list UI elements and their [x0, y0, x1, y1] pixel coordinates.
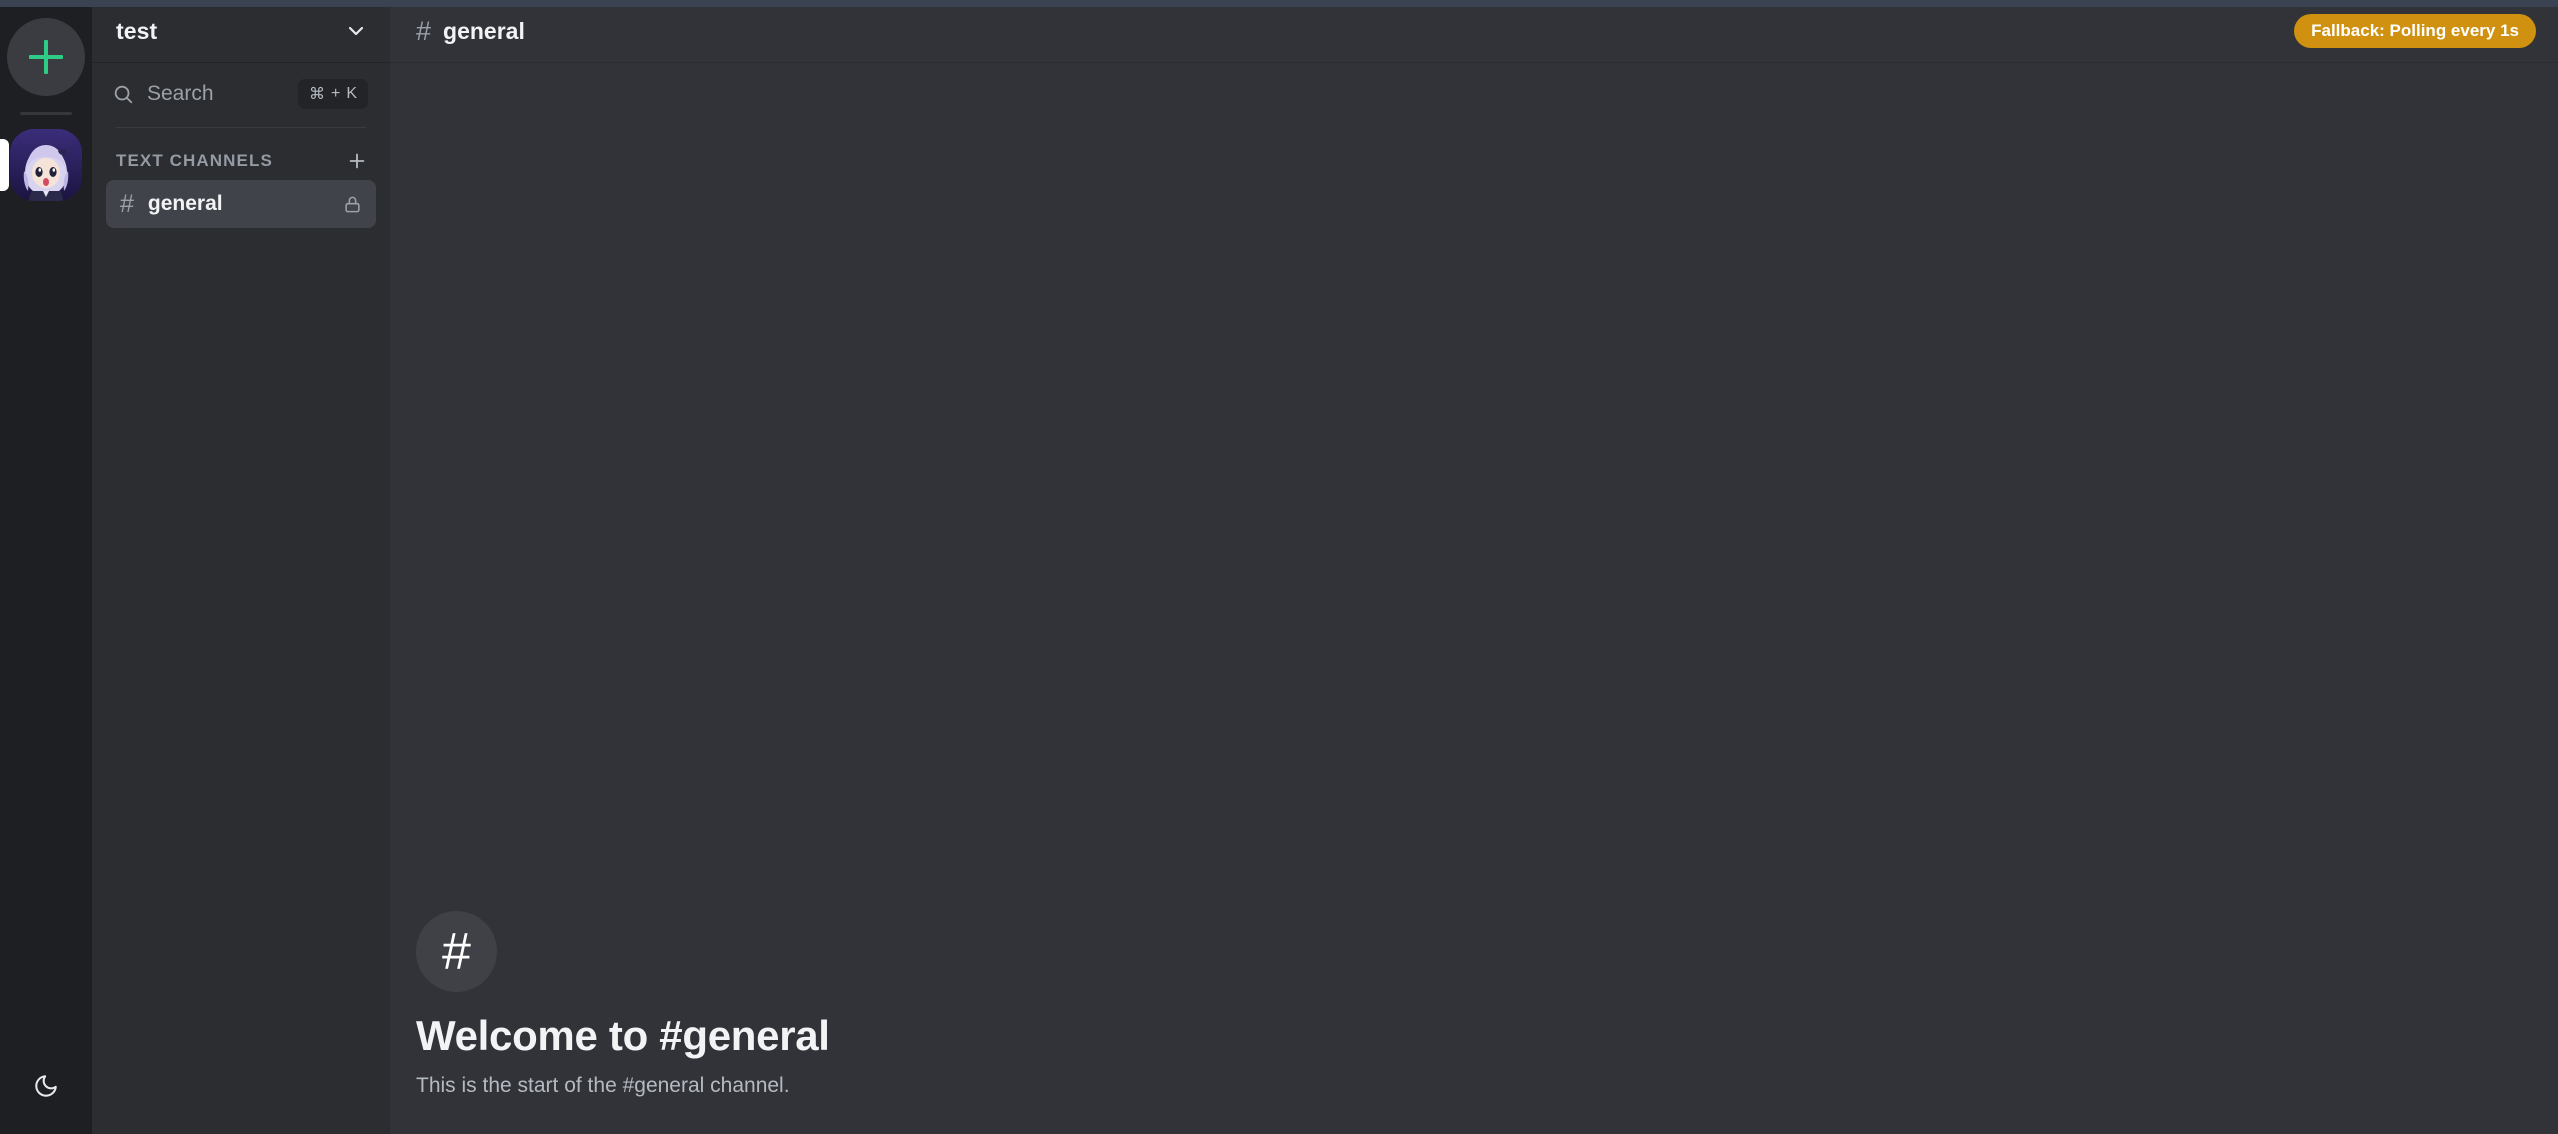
moon-icon: [35, 1075, 57, 1097]
hash-icon: #: [120, 189, 134, 218]
welcome-hash-badge: #: [416, 911, 497, 992]
welcome-subtitle: This is the start of the #general channe…: [416, 1074, 790, 1097]
page-title: general: [443, 17, 525, 44]
channel-header-title-group: # general: [416, 15, 525, 46]
search-input-group[interactable]: Search: [112, 82, 298, 106]
anime-character-avatar[interactable]: [10, 129, 82, 201]
add-server-button[interactable]: [7, 18, 85, 96]
channel-header: # general Fallback: Polling every 1s: [390, 0, 2558, 63]
server-name-label: test: [116, 17, 158, 44]
lock-icon: [343, 195, 362, 214]
channel-sidebar: test Search ⌘ + K TEXT CHANNELS # genera…: [92, 0, 390, 1134]
shortcut-plus: +: [330, 85, 341, 102]
window-top-accent-strip: [0, 0, 2558, 7]
search-icon: [114, 85, 133, 104]
main-content: # general Fallback: Polling every 1s # W…: [390, 0, 2558, 1134]
search-bar[interactable]: Search ⌘ + K: [92, 63, 390, 125]
search-shortcut-badge: ⌘ + K: [297, 79, 368, 109]
shortcut-modifier: ⌘: [308, 86, 325, 103]
text-channels-group-label: TEXT CHANNELS: [116, 151, 273, 170]
chevron-down-icon[interactable]: [344, 19, 368, 43]
shortcut-key: K: [346, 85, 357, 102]
text-channels-group-header[interactable]: TEXT CHANNELS: [92, 128, 390, 180]
channel-name-label: general: [147, 192, 223, 215]
messages-area: # Welcome to #general This is the start …: [390, 63, 2558, 1134]
add-channel-button[interactable]: [346, 150, 368, 172]
server-active-indicator: [0, 139, 9, 191]
plus-icon: [349, 153, 365, 169]
channel-list: # general: [92, 180, 390, 228]
hash-icon: #: [442, 922, 471, 981]
sidebar-channel-general[interactable]: # general: [106, 180, 376, 228]
search-input[interactable]: Search: [147, 82, 214, 106]
app-window: test Search ⌘ + K TEXT CHANNELS # genera…: [0, 0, 2558, 1134]
welcome-title: Welcome to #general: [416, 1012, 830, 1059]
theme-toggle-button[interactable]: [20, 1060, 72, 1112]
status-badge: Fallback: Polling every 1s: [2294, 14, 2536, 48]
hash-icon: #: [416, 15, 432, 46]
channel-welcome-block: # Welcome to #general This is the start …: [416, 911, 2532, 1112]
server-item-test[interactable]: [0, 129, 92, 201]
plus-icon: [29, 40, 63, 74]
rail-divider: [20, 112, 72, 115]
server-header[interactable]: test: [92, 0, 390, 63]
server-rail: [0, 0, 92, 1134]
